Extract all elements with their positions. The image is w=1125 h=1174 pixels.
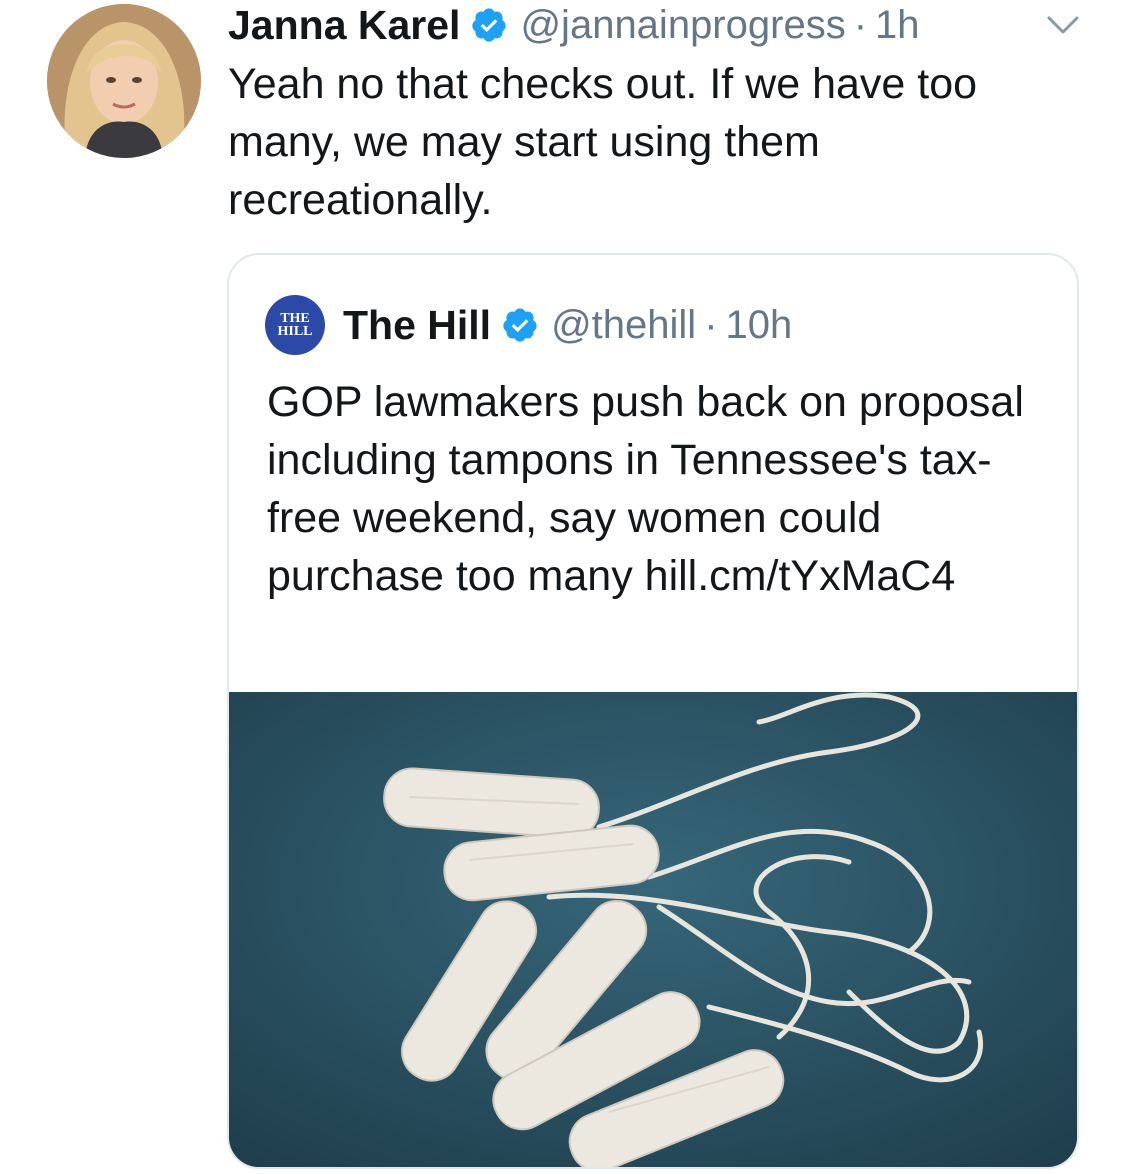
quoted-tweet-card[interactable]: THE HILL The Hill @thehill · 10h GOP law…	[227, 253, 1079, 1169]
tweet-timestamp[interactable]: 1h	[875, 3, 920, 48]
separator-dot: ·	[853, 2, 868, 47]
the-hill-logo: THE HILL	[265, 295, 325, 355]
quoted-tweet-text: GOP lawmakers push back on proposal incl…	[267, 378, 1024, 600]
author-handle[interactable]: @jannainprogress	[520, 3, 845, 48]
separator-dot: ·	[704, 302, 718, 347]
quoted-tweet-header: THE HILL The Hill @thehill · 10h	[265, 295, 793, 355]
logo-text-line2: HILL	[277, 324, 313, 339]
author-name[interactable]: Janna Karel	[228, 2, 460, 49]
tweet-header: Janna Karel @jannainprogress · 1h	[228, 0, 920, 50]
chevron-down-icon[interactable]	[1043, 14, 1083, 38]
tweet-text: Yeah no that checks out. If we have too …	[228, 60, 978, 224]
profile-photo-avatar	[47, 4, 201, 158]
quoted-author-handle[interactable]: @thehill	[551, 303, 696, 348]
avatar[interactable]	[47, 4, 201, 158]
verified-badge-icon	[501, 306, 539, 344]
quoted-tweet-timestamp[interactable]: 10h	[726, 303, 793, 348]
quoted-author-name[interactable]: The Hill	[343, 302, 491, 349]
verified-badge-icon	[470, 6, 508, 44]
tampons-photo[interactable]	[229, 692, 1077, 1167]
